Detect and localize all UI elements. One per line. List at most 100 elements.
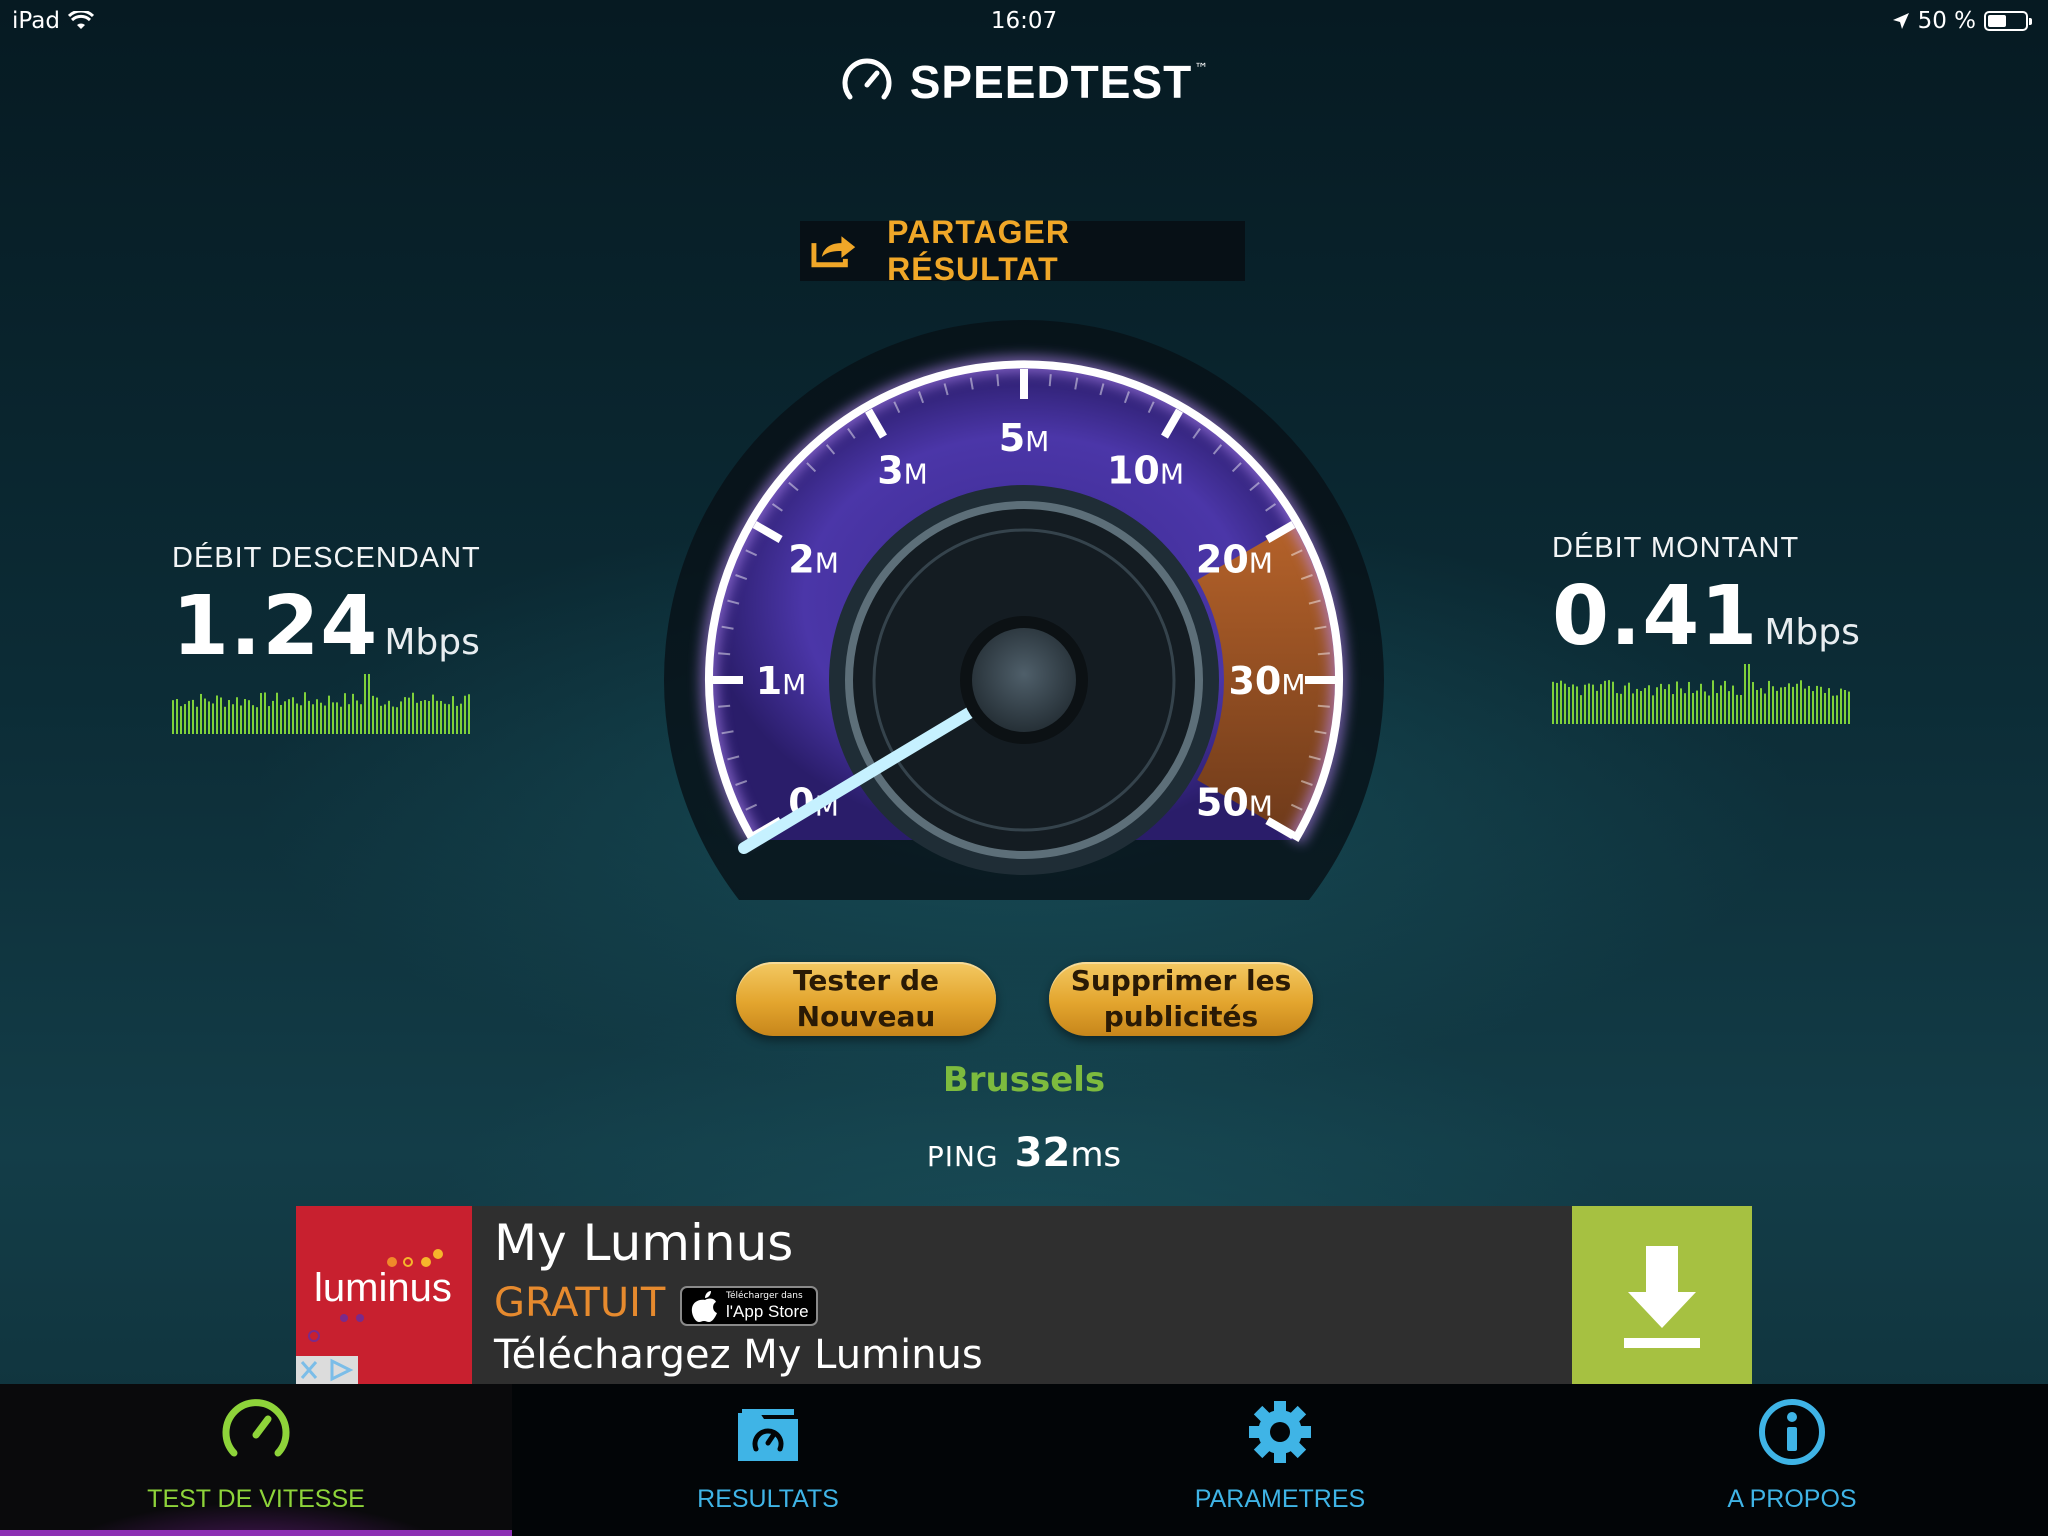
graph-bar	[260, 692, 262, 734]
graph-bar	[1800, 680, 1802, 724]
graph-bar	[1748, 655, 1750, 724]
graph-bar	[348, 704, 350, 734]
graph-bar	[1684, 693, 1686, 724]
remove-ads-button[interactable]: Supprimer les publicités	[1049, 962, 1313, 1036]
graph-bar	[312, 704, 314, 734]
graph-bar	[404, 697, 406, 734]
graph-bar	[1760, 688, 1762, 724]
graph-bar	[296, 703, 298, 734]
graph-bar	[288, 699, 290, 734]
graph-bar	[1640, 691, 1642, 724]
ad-download-button[interactable]	[1572, 1206, 1752, 1384]
tab-results[interactable]: RESULTATS	[512, 1384, 1024, 1536]
graph-bar	[1840, 688, 1842, 724]
graph-bar	[176, 699, 178, 734]
store-small-text: Télécharger dans	[726, 1291, 803, 1301]
graph-bar	[1680, 688, 1682, 724]
share-icon	[811, 236, 856, 268]
graph-bar	[376, 697, 378, 734]
tab-speed-test[interactable]: TEST DE VITESSE	[0, 1384, 512, 1536]
download-graph	[172, 670, 470, 734]
graph-bar	[1560, 680, 1562, 724]
ad-choices-icon[interactable]	[296, 1356, 358, 1384]
graph-bar	[284, 701, 286, 734]
graph-bar	[388, 700, 390, 734]
graph-bar	[1692, 693, 1694, 724]
apple-icon	[691, 1291, 717, 1322]
upload-graph	[1552, 655, 1850, 724]
graph-bar	[1652, 695, 1654, 724]
graph-bar	[1612, 681, 1614, 724]
ping-value: 32	[1014, 1130, 1071, 1176]
graph-bar	[1832, 695, 1834, 724]
gauge-hub	[960, 616, 1088, 744]
graph-bar	[1628, 682, 1630, 724]
ad-banner[interactable]: luminus My Luminus GRATUIT Télécharger d…	[296, 1206, 1752, 1384]
graph-bar	[328, 695, 330, 734]
graph-bar	[1808, 685, 1810, 724]
graph-bar	[440, 700, 442, 734]
gauge-minor-tick	[1317, 704, 1330, 708]
download-label: DÉBIT DESCENDANT	[172, 542, 481, 574]
retest-button[interactable]: Tester de Nouveau	[736, 962, 996, 1036]
graph-bar	[1664, 689, 1666, 724]
graph-bar	[1844, 689, 1846, 724]
graph-bar	[316, 699, 318, 734]
graph-bar	[1712, 680, 1714, 724]
graph-bar	[204, 698, 206, 734]
graph-bar	[460, 703, 462, 734]
server-city: Brussels	[942, 1060, 1106, 1100]
store-big-text: l'App Store	[726, 1302, 809, 1321]
graph-bar	[236, 697, 238, 734]
graph-bar	[228, 700, 230, 734]
graph-bar	[1784, 686, 1786, 724]
status-time: 16:07	[990, 8, 1058, 34]
graph-bar	[264, 692, 266, 734]
graph-bar	[332, 702, 334, 734]
graph-bar	[232, 704, 234, 734]
graph-bar	[1740, 694, 1742, 724]
graph-bar	[336, 702, 338, 734]
graph-bar	[444, 703, 446, 734]
ping-label: PING	[926, 1140, 999, 1173]
graph-bar	[416, 702, 418, 734]
graph-bar	[1720, 685, 1722, 724]
graph-bar	[1772, 686, 1774, 724]
graph-bar	[456, 705, 458, 734]
graph-bar	[432, 694, 434, 734]
share-result-button[interactable]: PARTAGER RÉSULTAT	[800, 214, 1245, 287]
graph-bar	[1688, 681, 1690, 724]
graph-bar	[1588, 683, 1590, 724]
graph-bar	[1768, 680, 1770, 724]
graph-bar	[1836, 695, 1838, 724]
graph-bar	[452, 696, 454, 734]
tab-settings[interactable]: PARAMETRES	[1024, 1384, 1536, 1536]
graph-bar	[380, 705, 382, 734]
graph-bar	[192, 699, 194, 734]
graph-bar	[1592, 684, 1594, 724]
tab-label: PARAMETRES	[1194, 1485, 1366, 1513]
graph-bar	[344, 693, 346, 734]
graph-bar	[1796, 683, 1798, 724]
graph-bar	[1676, 681, 1678, 724]
graph-bar	[1780, 687, 1782, 724]
graph-bar	[304, 692, 306, 734]
graph-bar	[428, 700, 430, 734]
graph-bar	[244, 699, 246, 734]
graph-bar	[272, 700, 274, 734]
graph-bar	[324, 705, 326, 734]
graph-bar	[408, 697, 410, 734]
tab-about[interactable]: A PROPOS	[1536, 1384, 2048, 1536]
download-panel: DÉBIT DESCENDANT 1.24 Mbps	[172, 542, 481, 738]
graph-bar	[268, 706, 270, 734]
ad-brand-name: luminus	[314, 1266, 452, 1310]
graph-bar	[308, 700, 310, 734]
upload-unit: Mbps	[1764, 612, 1860, 653]
app-store-badge[interactable]: Télécharger dans l'App Store	[680, 1286, 818, 1326]
graph-bar	[216, 695, 218, 734]
graph-bar	[1636, 688, 1638, 724]
ping-unit: ms	[1070, 1135, 1122, 1175]
graph-bar	[364, 670, 366, 734]
graph-bar	[1704, 691, 1706, 724]
graph-bar	[220, 697, 222, 734]
